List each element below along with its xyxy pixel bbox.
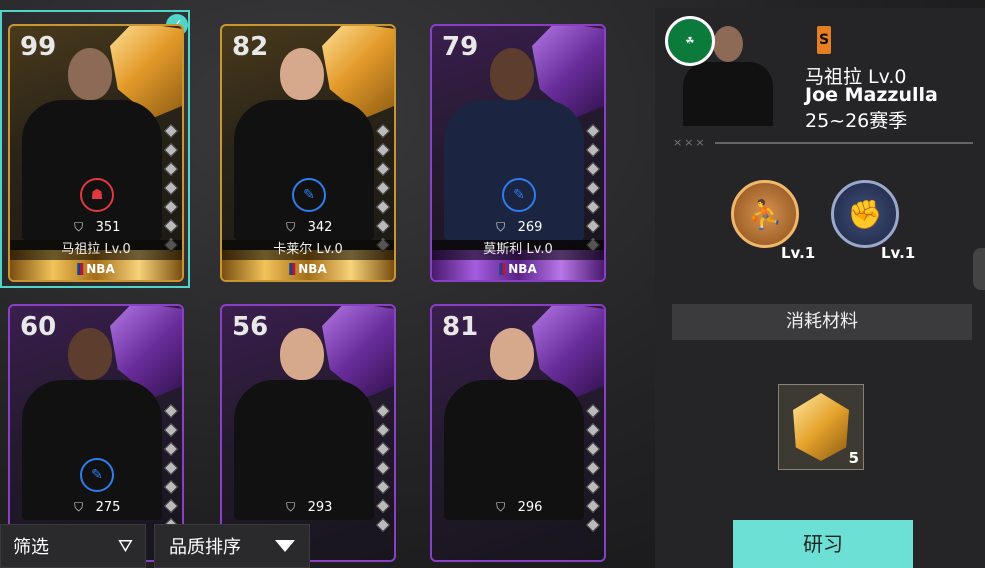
gold-gem-icon: [793, 393, 849, 461]
sort-label: 品质排序: [169, 537, 241, 558]
card-name: 卡莱尔 Lv.0: [222, 240, 394, 260]
card-power: ⛉ 296: [432, 500, 604, 515]
bottom-toolbar: 筛选 ⛛ 品质排序: [0, 524, 640, 568]
head-shape: [713, 26, 743, 62]
card-power: ⛉ 269: [432, 220, 604, 235]
consume-materials-header: 消耗材料: [672, 304, 972, 340]
body-shape: [22, 380, 162, 520]
nba-logo: NBA: [77, 262, 115, 276]
role-badge-icon: ✎: [292, 178, 326, 212]
raised-fist-icon[interactable]: ✊: [831, 180, 899, 248]
shield-icon: ⛉: [74, 220, 84, 234]
card-rating: 82: [232, 32, 269, 62]
head-shape: [490, 48, 534, 100]
divider-marks: ×××: [673, 136, 707, 149]
detail-header: ☘ S 马祖拉 Lv.0 Joe Mazzulla 25~26赛季: [655, 8, 985, 138]
card-power: ⛉ 293: [222, 500, 394, 515]
funnel-icon: ⛛: [117, 535, 133, 557]
material-count: 5: [848, 449, 859, 467]
card-power-value: 275: [95, 500, 121, 515]
body-shape: [234, 380, 374, 520]
body-shape: [683, 62, 773, 126]
head-shape: [68, 48, 112, 100]
material-slot[interactable]: 5: [778, 384, 864, 470]
coach-card-mazzulla[interactable]: 99 ☗ ⛉ 351 马祖拉 Lv.0 NBA: [8, 24, 184, 282]
head-shape: [68, 328, 112, 380]
sort-dropdown[interactable]: 品质排序: [154, 524, 310, 568]
research-button[interactable]: 研习: [733, 520, 913, 568]
coach-card-mosley[interactable]: 79 ✎ ⛉ 269 莫斯利 Lv.0 NBA: [430, 24, 606, 282]
season-label: 25~26赛季: [805, 110, 908, 132]
card-power-value: 342: [307, 220, 333, 235]
card-power-value: 351: [95, 220, 121, 235]
head-shape: [490, 328, 534, 380]
card-grid: ✓ 99 ☗ ⛉ 351 马祖拉 Lv.0 NBA 82 ✎ ⛉ 342: [0, 0, 640, 568]
card-power-value: 293: [307, 500, 333, 515]
role-badge-icon: ✎: [502, 178, 536, 212]
card-power-value: 269: [517, 220, 543, 235]
card-power: ⛉ 275: [10, 500, 182, 515]
coach-portrait: [438, 320, 590, 520]
body-shape: [234, 100, 374, 240]
rank-badge: S: [817, 26, 831, 54]
card-power: ⛉ 351: [10, 220, 182, 235]
nba-logo: NBA: [289, 262, 327, 276]
shield-icon: ⛉: [74, 500, 84, 514]
skill-level: Lv.1: [881, 244, 916, 262]
chevron-down-icon: [275, 540, 295, 552]
divider: ×××: [673, 136, 973, 149]
card-name: 莫斯利 Lv.0: [432, 240, 604, 260]
detail-panel: ☘ S 马祖拉 Lv.0 Joe Mazzulla 25~26赛季 ××× ⛹ …: [655, 8, 985, 568]
filter-label: 筛选: [13, 537, 49, 558]
role-badge-icon: ☗: [80, 178, 114, 212]
shield-icon: ⛉: [496, 220, 506, 234]
filter-button[interactable]: 筛选 ⛛: [0, 524, 146, 568]
shield-icon: ⛉: [496, 500, 506, 514]
card-rating: 79: [442, 32, 479, 62]
card-rating: 56: [232, 312, 269, 342]
card-name: 马祖拉 Lv.0: [10, 240, 182, 260]
body-shape: [22, 100, 162, 240]
head-shape: [280, 48, 324, 100]
card-rating: 60: [20, 312, 57, 342]
skill-level: Lv.1: [781, 244, 816, 262]
body-shape: [444, 100, 584, 240]
shield-icon: ⛉: [286, 220, 296, 234]
nba-logo: NBA: [499, 262, 537, 276]
body-shape: [444, 380, 584, 520]
coach-portrait: [228, 320, 380, 520]
shield-icon: ⛉: [286, 500, 296, 514]
card-rating: 81: [442, 312, 479, 342]
coach-card-carlisle[interactable]: 82 ✎ ⛉ 342 卡莱尔 Lv.0 NBA: [220, 24, 396, 282]
coach-name-en: Joe Mazzulla: [805, 84, 938, 106]
divider-line: [714, 141, 973, 144]
card-power-value: 296: [517, 500, 543, 515]
head-shape: [280, 328, 324, 380]
celtics-logo-icon: ☘: [665, 16, 715, 66]
card-power: ⛉ 342: [222, 220, 394, 235]
role-badge-icon: ✎: [80, 458, 114, 492]
side-pull-tab[interactable]: [973, 248, 985, 290]
card-rating: 99: [20, 32, 57, 62]
basketball-defense-icon[interactable]: ⛹: [731, 180, 799, 248]
